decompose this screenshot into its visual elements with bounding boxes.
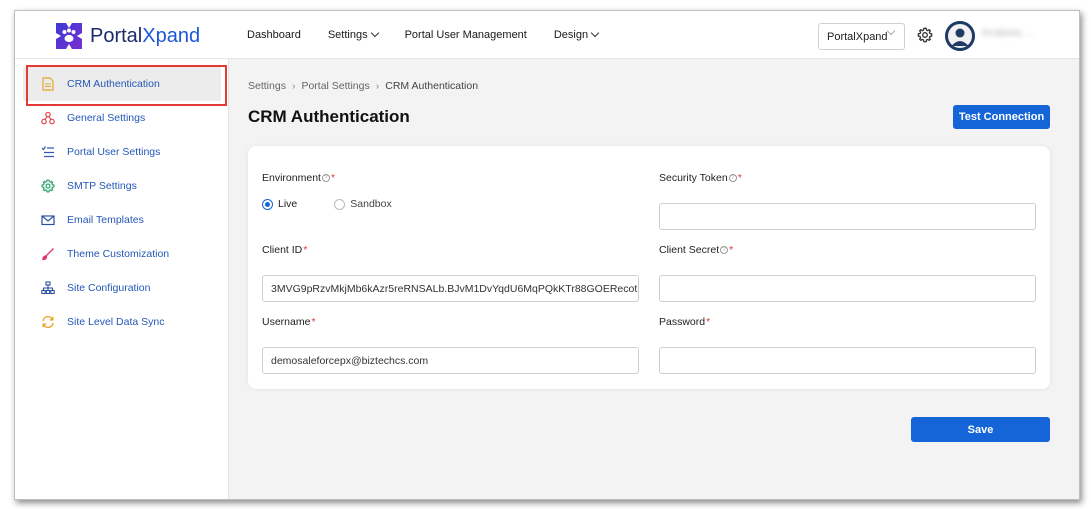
environment-label: Environment? * (262, 172, 336, 184)
brand-logo[interactable]: PortalXpand (53, 20, 200, 52)
logo-icon (56, 23, 82, 49)
chevron-down-icon (886, 26, 896, 36)
sidebar-item-general-settings[interactable]: General Settings (23, 101, 221, 135)
breadcrumb: Settings › Portal Settings › CRM Authent… (248, 80, 478, 92)
sidebar-item-portal-user-settings[interactable]: Portal User Settings (23, 135, 221, 169)
portal-select[interactable]: PortalXpand (818, 23, 905, 50)
security-token-label: Security Token? * (659, 172, 742, 184)
client-id-label: Client ID * (262, 244, 308, 256)
envelope-icon (41, 213, 55, 227)
nav-dashboard[interactable]: Dashboard (247, 29, 301, 41)
help-icon[interactable]: ? (720, 246, 729, 254)
brand-name: PortalXpand (90, 24, 201, 47)
environment-live-radio[interactable]: Live (262, 198, 297, 210)
chevron-right-icon: › (375, 80, 380, 92)
chevron-right-icon: › (291, 80, 296, 92)
top-header: PortalXpand Dashboard Settings Portal Us… (15, 11, 1079, 59)
username-label: Username * (262, 316, 316, 328)
help-icon[interactable]: ? (321, 174, 330, 182)
sidebar-item-theme-customization[interactable]: Theme Customization (23, 237, 221, 271)
chevron-down-icon (370, 28, 379, 38)
radio-selected-icon (262, 198, 273, 210)
client-secret-input[interactable] (659, 275, 1036, 302)
gear-icon[interactable] (917, 27, 933, 43)
page-title: CRM Authentication (248, 107, 410, 126)
crm-auth-form-card: Environment? * Live Sandbox Security Toke… (248, 146, 1050, 389)
sidebar: CRM Authentication General Settings Port… (15, 59, 229, 499)
sidebar-item-email-templates[interactable]: Email Templates (23, 203, 221, 237)
sidebar-item-site-configuration[interactable]: Site Configuration (23, 271, 221, 305)
annotation-highlight-box (26, 65, 227, 106)
test-connection-button[interactable]: Test Connection (953, 105, 1050, 129)
sitemap-icon (41, 281, 55, 295)
username-input[interactable]: demosaleforcepx@biztechcs.com (262, 347, 639, 374)
avatar[interactable] (945, 21, 975, 51)
client-secret-label: Client Secret? * (659, 244, 734, 256)
environment-sandbox-radio[interactable]: Sandbox (334, 198, 392, 210)
brush-icon (41, 247, 55, 261)
nav-design[interactable]: Design (554, 28, 600, 41)
sidebar-item-smtp-settings[interactable]: SMTP Settings (23, 169, 221, 203)
environment-radio-group: Live Sandbox (262, 198, 429, 210)
password-label: Password * (659, 316, 711, 328)
security-token-input[interactable] (659, 203, 1036, 230)
help-icon[interactable]: ? (728, 174, 737, 182)
password-input[interactable] (659, 347, 1036, 374)
breadcrumb-portal-settings[interactable]: Portal Settings (301, 80, 369, 92)
save-button[interactable]: Save (911, 417, 1050, 442)
chevron-down-icon (590, 28, 600, 38)
nodes-icon (41, 111, 55, 125)
nav-settings[interactable]: Settings (328, 28, 379, 41)
user-name[interactable]: Anabela ... (981, 27, 1034, 39)
user-avatar-icon (945, 21, 975, 51)
breadcrumb-current: CRM Authentication (385, 80, 479, 92)
breadcrumb-settings[interactable]: Settings (248, 80, 286, 92)
app-window: PortalXpand Dashboard Settings Portal Us… (14, 10, 1080, 500)
sync-icon (41, 315, 55, 329)
radio-unselected-icon (334, 198, 346, 210)
list-check-icon (41, 145, 55, 159)
sidebar-item-site-level-data-sync[interactable]: Site Level Data Sync (23, 305, 221, 339)
nav-portal-user-management[interactable]: Portal User Management (405, 29, 527, 41)
client-id-input[interactable]: 3MVG9pRzvMkjMb6kAzr5reRNSALb.BJvM1DvYqdU… (262, 275, 639, 302)
gear-icon (41, 179, 55, 193)
main-nav: Dashboard Settings Portal User Managemen… (247, 11, 625, 59)
